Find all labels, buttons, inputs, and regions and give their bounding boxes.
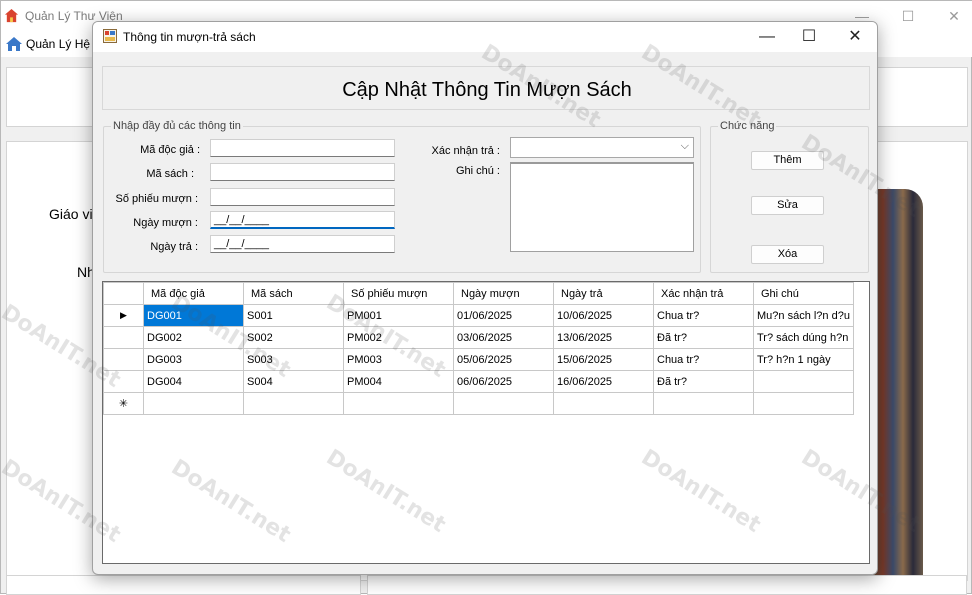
table-cell[interactable]: Đã tr? xyxy=(653,326,754,349)
edit-button[interactable]: Sửa xyxy=(751,196,824,215)
col-header-xac-nhan-tra[interactable]: Xác nhận trả xyxy=(653,282,754,305)
table-cell[interactable]: PM003 xyxy=(343,348,454,371)
ngay-tra-label: Ngày trả : xyxy=(150,241,198,253)
col-header-ghi-chu[interactable]: Ghi chú xyxy=(753,282,854,305)
table-row[interactable]: DG002 S002 PM002 03/06/2025 13/06/2025 Đ… xyxy=(103,326,854,349)
table-row[interactable]: DG004 S004 PM004 06/06/2025 16/06/2025 Đ… xyxy=(103,370,854,393)
chevron-down-icon: ⌵ xyxy=(680,140,689,152)
ma-doc-gia-input[interactable] xyxy=(210,139,395,157)
table-cell[interactable]: Tr? h?n 1 ngày xyxy=(753,348,854,371)
so-phieu-muon-input[interactable] xyxy=(210,188,395,206)
add-button[interactable]: Thêm xyxy=(751,151,824,170)
table-cell[interactable]: Chua tr? xyxy=(653,348,754,371)
col-header-ngay-tra[interactable]: Ngày trả xyxy=(553,282,654,305)
table-cell[interactable]: 01/06/2025 xyxy=(453,304,554,327)
table-cell[interactable] xyxy=(453,392,554,415)
table-cell[interactable]: S004 xyxy=(243,370,344,393)
table-cell[interactable] xyxy=(753,370,854,393)
table-row[interactable]: ▶ DG001 S001 PM001 01/06/2025 10/06/2025… xyxy=(103,304,854,327)
menu-quan-ly-he-thong[interactable]: Quản Lý Hệ T xyxy=(26,37,100,51)
col-header-ma-doc-gia[interactable]: Mã độc giả xyxy=(143,282,244,305)
table-cell[interactable]: S003 xyxy=(243,348,344,371)
grid-table: Mã độc giả Mã sách Số phiếu mượn Ngày mư… xyxy=(103,282,854,415)
table-cell[interactable]: S001 xyxy=(243,304,344,327)
main-label-giao-vien: Giáo vi xyxy=(49,206,93,222)
table-cell[interactable]: 10/06/2025 xyxy=(553,304,654,327)
borrow-data-grid[interactable]: Mã độc giả Mã sách Số phiếu mượn Ngày mư… xyxy=(102,281,870,564)
dialog-title: Thông tin mượn-trả sách xyxy=(123,30,256,44)
table-cell[interactable]: 16/06/2025 xyxy=(553,370,654,393)
row-header[interactable] xyxy=(103,370,144,393)
main-bottom-panel-right xyxy=(367,575,967,595)
input-groupbox: Nhập đầy đủ các thông tin Mã độc giả : M… xyxy=(103,120,701,273)
ngay-muon-label: Ngày mượn : xyxy=(133,217,198,229)
table-cell[interactable]: DG004 xyxy=(143,370,244,393)
grid-header-row: Mã độc giả Mã sách Số phiếu mượn Ngày mư… xyxy=(103,282,854,305)
table-cell[interactable]: Đã tr? xyxy=(653,370,754,393)
function-groupbox: Chức năng Thêm Sửa Xóa xyxy=(710,120,869,273)
dialog-maximize-button[interactable]: ☐ xyxy=(786,22,832,52)
ma-doc-gia-label: Mã độc giả : xyxy=(140,144,200,156)
home-icon xyxy=(4,8,19,23)
header-panel: Cập Nhật Thông Tin Mượn Sách xyxy=(102,66,870,110)
function-group-legend: Chức năng xyxy=(718,120,777,132)
new-row-marker-icon[interactable]: ✳ xyxy=(103,392,144,415)
ma-sach-input[interactable] xyxy=(210,163,395,181)
table-cell[interactable] xyxy=(753,392,854,415)
table-cell[interactable]: 05/06/2025 xyxy=(453,348,554,371)
ma-sach-label: Mã sách : xyxy=(146,168,194,180)
form-icon xyxy=(103,29,117,43)
xac-nhan-tra-select[interactable]: ⌵ xyxy=(510,137,694,158)
ghi-chu-label: Ghi chú : xyxy=(455,165,500,177)
row-header[interactable] xyxy=(103,326,144,349)
table-cell[interactable]: S002 xyxy=(243,326,344,349)
ngay-muon-input[interactable]: __/__/____ xyxy=(210,211,395,229)
table-cell[interactable]: PM004 xyxy=(343,370,454,393)
page-title: Cập Nhật Thông Tin Mượn Sách xyxy=(342,79,632,101)
xac-nhan-tra-label: Xác nhận trả : xyxy=(431,145,501,157)
grid-corner-header xyxy=(103,282,144,305)
table-cell[interactable]: Tr? sách dúng h?n xyxy=(753,326,854,349)
main-maximize-button[interactable]: ☐ xyxy=(885,1,931,31)
table-cell[interactable]: Chua tr? xyxy=(653,304,754,327)
table-cell[interactable] xyxy=(553,392,654,415)
house-icon xyxy=(6,37,22,51)
col-header-ngay-muon[interactable]: Ngày mượn xyxy=(453,282,554,305)
table-cell[interactable]: PM002 xyxy=(343,326,454,349)
main-close-button[interactable]: ✕ xyxy=(931,1,972,31)
table-cell[interactable]: 15/06/2025 xyxy=(553,348,654,371)
table-row[interactable]: DG003 S003 PM003 05/06/2025 15/06/2025 C… xyxy=(103,348,854,371)
table-cell[interactable]: Mu?n sách l?n d?u xyxy=(753,304,854,327)
so-phieu-muon-label: Số phiếu mượn : xyxy=(115,193,198,205)
dialog-titlebar: Thông tin mượn-trả sách — ☐ ✕ xyxy=(93,22,877,52)
new-table-row[interactable]: ✳ xyxy=(103,392,854,415)
main-bottom-panel-left xyxy=(6,575,361,595)
borrow-return-dialog: Thông tin mượn-trả sách — ☐ ✕ Cập Nhật T… xyxy=(92,21,878,575)
table-cell[interactable]: DG002 xyxy=(143,326,244,349)
table-cell[interactable]: DG001 xyxy=(143,304,244,327)
ngay-tra-input[interactable]: __/__/____ xyxy=(210,235,395,253)
table-cell[interactable]: 06/06/2025 xyxy=(453,370,554,393)
row-header[interactable] xyxy=(103,348,144,371)
col-header-so-phieu-muon[interactable]: Số phiếu mượn xyxy=(343,282,454,305)
table-cell[interactable] xyxy=(143,392,244,415)
table-cell[interactable]: DG003 xyxy=(143,348,244,371)
input-group-legend: Nhập đầy đủ các thông tin xyxy=(111,120,243,132)
current-row-marker-icon[interactable]: ▶ xyxy=(103,304,144,327)
table-cell[interactable] xyxy=(343,392,454,415)
table-cell[interactable]: PM001 xyxy=(343,304,454,327)
table-cell[interactable]: 03/06/2025 xyxy=(453,326,554,349)
ghi-chu-textarea[interactable] xyxy=(510,162,694,252)
dialog-close-button[interactable]: ✕ xyxy=(832,22,877,52)
table-cell[interactable] xyxy=(243,392,344,415)
dialog-minimize-button[interactable]: — xyxy=(744,22,790,52)
delete-button[interactable]: Xóa xyxy=(751,245,824,264)
col-header-ma-sach[interactable]: Mã sách xyxy=(243,282,344,305)
books-image xyxy=(873,189,923,581)
table-cell[interactable] xyxy=(653,392,754,415)
table-cell[interactable]: 13/06/2025 xyxy=(553,326,654,349)
